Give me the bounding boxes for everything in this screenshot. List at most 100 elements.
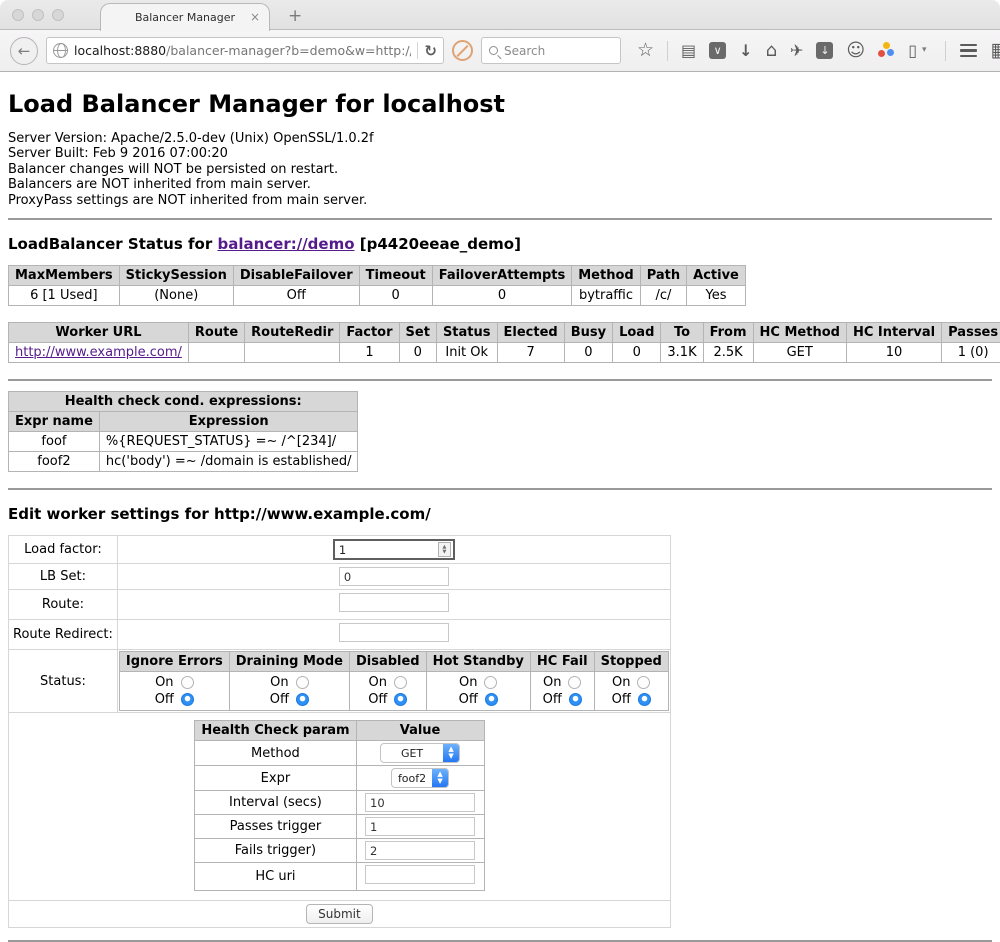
ignore-errors-on-radio[interactable]: [181, 676, 194, 689]
close-window-button[interactable]: [12, 9, 24, 21]
lb-set-row: LB Set: 0: [9, 564, 671, 590]
method-select[interactable]: GET ▲▼: [380, 743, 460, 763]
bookmarks-menu-icon[interactable]: ▤: [681, 43, 696, 59]
load-factor-input[interactable]: 1 ▲▼: [333, 539, 455, 560]
grid-pages-icon[interactable]: ▦: [991, 41, 1000, 60]
extension-colors-icon[interactable]: [878, 42, 895, 59]
bookmark-star-icon[interactable]: ☆: [637, 41, 654, 60]
draining-mode-on-radio[interactable]: [296, 676, 309, 689]
col-factor: Factor: [340, 323, 399, 343]
pocket-icon[interactable]: ∨: [709, 42, 726, 59]
search-icon: [489, 46, 498, 55]
col-value: Value: [356, 721, 484, 741]
site-identity-globe-icon[interactable]: [53, 43, 68, 58]
browser-chrome: Balancer Manager × + ← localhost:8880/ba…: [0, 0, 1000, 72]
hc-uri-input[interactable]: [365, 865, 475, 884]
cell-set: 0: [399, 343, 436, 363]
menu-icon[interactable]: [960, 44, 977, 58]
fails-row: Fails trigger) 2: [195, 839, 484, 863]
cell-load: 0: [613, 343, 661, 363]
fails-input[interactable]: 2: [365, 841, 475, 860]
radio-on-label: On: [270, 675, 288, 690]
balancers-note-line: Balancers are NOT inherited from main se…: [8, 177, 992, 192]
disabled-radios: On Off: [349, 672, 426, 711]
fails-label: Fails trigger): [195, 839, 356, 863]
col-to: To: [661, 323, 703, 343]
search-bar[interactable]: Search: [481, 37, 621, 64]
disabled-on-radio[interactable]: [394, 676, 407, 689]
back-button[interactable]: ←: [10, 37, 38, 65]
table-header-row: Worker URL Route RouteRedir Factor Set S…: [9, 323, 1000, 343]
downloads-icon[interactable]: ↓: [739, 43, 752, 59]
route-row: Route:: [9, 590, 671, 620]
route-input[interactable]: [339, 593, 449, 612]
divider: [8, 488, 992, 490]
draining-mode-off-radio[interactable]: [296, 693, 309, 706]
cell-worker-url: http://www.example.com/: [9, 343, 189, 363]
zoom-window-button[interactable]: [52, 9, 64, 21]
send-tab-icon[interactable]: ✈: [790, 43, 803, 59]
menu-group: ▦: [945, 41, 1000, 61]
col-passes: Passes: [942, 323, 1000, 343]
hc-fail-on-radio[interactable]: [568, 676, 581, 689]
reader-extension-icon[interactable]: ▯: [908, 43, 917, 59]
server-info: Server Version: Apache/2.5.0-dev (Unix) …: [8, 131, 992, 208]
worker-row: http://www.example.com/ 1 0 Init Ok 7 0 …: [9, 343, 1000, 363]
route-redirect-label: Route Redirect:: [9, 620, 118, 650]
panel-download-icon[interactable]: ↓: [816, 42, 833, 59]
expr-table-title: Health check cond. expressions:: [9, 392, 358, 412]
passes-input[interactable]: 1: [365, 817, 475, 836]
chevron-down-icon[interactable]: ▾: [922, 46, 927, 55]
status-heading-prefix: LoadBalancer Status for: [8, 235, 217, 253]
toolbar-icons: ☆ ▤ ∨ ↓ ⌂ ✈ ↓ ☺ ▯ ▾: [637, 41, 927, 61]
worker-url-link[interactable]: http://www.example.com/: [15, 345, 182, 360]
stopped-on-radio[interactable]: [637, 676, 650, 689]
tab-close-icon[interactable]: ×: [250, 10, 260, 24]
interval-label: Interval (secs): [195, 791, 356, 815]
cell-timeout: 0: [359, 286, 432, 306]
cell-from: 2.5K: [703, 343, 753, 363]
loadbalancer-status-heading: LoadBalancer Status for balancer://demo …: [8, 235, 992, 253]
interval-row: Interval (secs) 10: [195, 791, 484, 815]
route-redirect-input[interactable]: [339, 623, 449, 642]
url-path: /balancer-manager?b=demo&w=http://www.ex…: [166, 43, 411, 58]
window-controls[interactable]: [12, 9, 64, 21]
hc-fail-off-radio[interactable]: [569, 693, 582, 706]
status-options-table: Ignore Errors Draining Mode Disabled Hot…: [119, 651, 669, 711]
content-blocker-icon[interactable]: [452, 40, 473, 61]
col-from: From: [703, 323, 753, 343]
col-hc-interval: HC Interval: [846, 323, 941, 343]
cell-disablefailover: Off: [233, 286, 359, 306]
tab-balancer-manager[interactable]: Balancer Manager ×: [100, 3, 270, 31]
lb-set-input[interactable]: 0: [339, 567, 449, 586]
expr-row: Expr foof2 ▲▼: [195, 766, 484, 791]
load-factor-value: 1: [335, 543, 438, 557]
new-tab-button[interactable]: +: [288, 6, 302, 26]
table-header-row: MaxMembers StickySession DisableFailover…: [9, 266, 746, 286]
ignore-errors-off-radio[interactable]: [181, 693, 194, 706]
method-select-value: GET: [381, 747, 443, 760]
disabled-off-radio[interactable]: [394, 693, 407, 706]
interval-input[interactable]: 10: [365, 793, 475, 812]
radio-on-label: On: [459, 675, 477, 690]
stopped-off-radio[interactable]: [638, 693, 651, 706]
expr-select[interactable]: foof2 ▲▼: [391, 768, 449, 788]
col-disablefailover: DisableFailover: [233, 266, 359, 286]
hot-standby-on-radio[interactable]: [484, 676, 497, 689]
feedback-smiley-icon[interactable]: ☺: [846, 42, 865, 60]
reload-icon[interactable]: ↻: [424, 42, 437, 60]
number-stepper-icon[interactable]: ▲▼: [438, 542, 451, 557]
balancer-demo-link[interactable]: balancer://demo: [217, 235, 354, 253]
home-icon[interactable]: ⌂: [766, 42, 777, 60]
cell-routeredir: [245, 343, 340, 363]
col-disabled: Disabled: [349, 652, 426, 672]
url-bar[interactable]: localhost:8880/balancer-manager?b=demo&w…: [46, 37, 444, 64]
hc-uri-label: HC uri: [195, 863, 356, 891]
cell-maxmembers: 6 [1 Used]: [9, 286, 120, 306]
minimize-window-button[interactable]: [32, 9, 44, 21]
draining-mode-radios: On Off: [229, 672, 349, 711]
hot-standby-off-radio[interactable]: [485, 693, 498, 706]
cell-stickysession: (None): [119, 286, 233, 306]
url-text[interactable]: localhost:8880/balancer-manager?b=demo&w…: [74, 43, 411, 58]
submit-button[interactable]: Submit: [306, 904, 373, 924]
